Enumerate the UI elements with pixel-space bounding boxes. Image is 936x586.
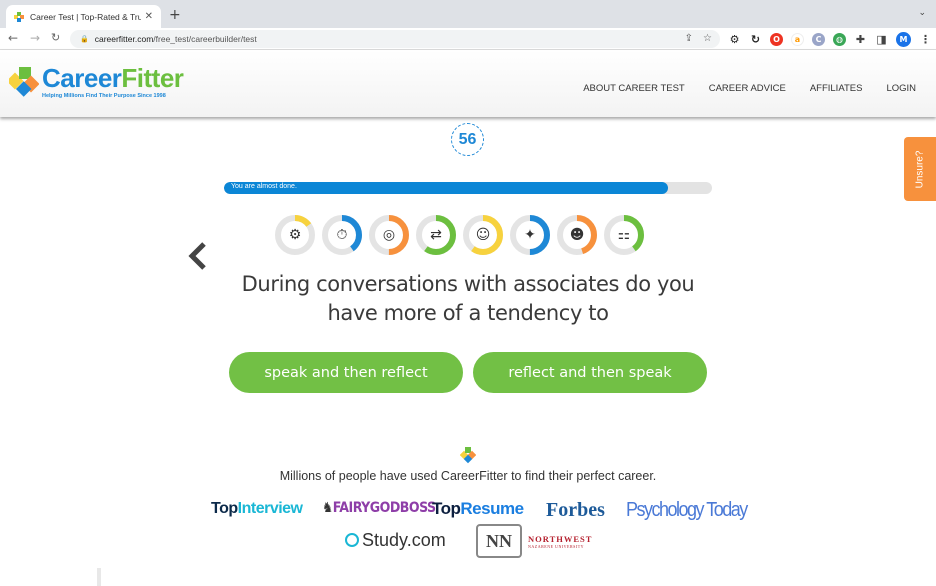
topinterview-part1: Top: [211, 500, 238, 517]
url-path: /free_test/careerbuilder/test: [153, 34, 257, 44]
browser-tabstrip: Career Test | Top-Rated & Trusted ✕ + ⌄: [0, 0, 936, 28]
profile-avatar[interactable]: M: [896, 32, 911, 47]
fairygodboss-logo: ♞FAIRYGODBOSS: [322, 500, 436, 516]
reload-icon[interactable]: ↻: [51, 31, 60, 44]
bookmark-star-icon[interactable]: ☆: [703, 33, 712, 44]
progress-bar: You are almost done.: [224, 182, 712, 194]
site-header: CareerFitter Helping Millions Find Their…: [0, 50, 936, 117]
extensions-puzzle-icon[interactable]: ✚: [854, 33, 867, 46]
category-ring: ☺: [462, 214, 504, 256]
side-panel-icon[interactable]: ◨: [875, 33, 888, 46]
topresume-part1: Top: [432, 499, 461, 518]
careerfitter-logo[interactable]: CareerFitter Helping Millions Find Their…: [9, 63, 184, 99]
psychology-today-logo: Psychology Today: [626, 497, 748, 521]
progress-label: You are almost done.: [231, 183, 297, 190]
extension-c-icon[interactable]: C: [812, 33, 825, 46]
fairy-figure-icon: ♞: [322, 500, 333, 516]
logo-tagline: Helping Millions Find Their Purpose Sinc…: [42, 93, 166, 99]
nnu-line2: NAZARENE UNIVERSITY: [528, 543, 585, 549]
extension-opera-icon[interactable]: O: [770, 33, 783, 46]
northwest-nazarene-logo: NN NORTHWEST NAZARENE UNIVERSITY: [476, 524, 592, 558]
topinterview-part2: Interview: [237, 500, 303, 517]
hierarchy-icon: ⚏: [617, 227, 631, 243]
extension-amazon-icon[interactable]: a: [791, 33, 804, 46]
browser-tab[interactable]: Career Test | Top-Rated & Trusted ✕: [6, 5, 161, 28]
nav-career-advice[interactable]: CAREER ADVICE: [709, 83, 786, 94]
tab-title: Career Test | Top-Rated & Trusted: [30, 11, 141, 22]
progress-bar-fill: You are almost done.: [224, 182, 669, 194]
head-lightbulb-icon: ✦: [524, 227, 536, 243]
answer-speak-then-reflect-button[interactable]: speak and then reflect: [229, 352, 463, 393]
puzzle-logo-icon: [9, 67, 39, 97]
stopwatch-icon: ⏱: [336, 227, 348, 243]
unsure-label: Unsure?: [914, 150, 926, 188]
nav-affiliates[interactable]: AFFILIATES: [810, 83, 863, 94]
unsure-tab[interactable]: Unsure?: [904, 137, 936, 201]
back-arrow-icon[interactable]: [186, 240, 210, 272]
browser-toolbar: ← → ↻ 🔒 careerfitter.com/free_test/caree…: [0, 28, 936, 50]
extension-green-icon[interactable]: ◍: [833, 33, 846, 46]
nnu-line1: NORTHWEST: [528, 533, 593, 544]
direction-arrows-icon: ⇄: [430, 227, 442, 243]
main-nav: ABOUT CAREER TEST CAREER ADVICE AFFILIAT…: [583, 83, 916, 94]
head-speech-icon: ☺: [475, 227, 491, 243]
question-number-badge: 56: [451, 123, 484, 156]
new-tab-icon[interactable]: +: [169, 7, 181, 23]
forward-icon[interactable]: →: [30, 31, 40, 45]
category-ring: ⏱: [321, 214, 363, 256]
study-com-text: Study.com: [362, 530, 446, 550]
answer-reflect-then-speak-button[interactable]: reflect and then speak: [473, 352, 707, 393]
address-bar[interactable]: 🔒 careerfitter.com/free_test/careerbuild…: [70, 30, 720, 48]
category-ring: ◎: [368, 214, 410, 256]
topresume-logo: TopResume: [432, 499, 524, 519]
close-tab-icon[interactable]: ✕: [145, 11, 153, 22]
category-ring: ✦: [509, 214, 551, 256]
extension-gear-icon[interactable]: ⚙: [728, 33, 741, 46]
category-rings: ⚙ ⏱ ◎ ⇄ ☺ ✦ ☻ ⚏: [274, 214, 645, 256]
category-ring: ⚙: [274, 214, 316, 256]
small-puzzle-logo-icon: [460, 447, 476, 464]
back-icon[interactable]: ←: [8, 31, 18, 45]
play-circle-icon: [345, 533, 359, 547]
nav-login[interactable]: LOGIN: [886, 83, 916, 94]
lock-icon: 🔒: [80, 36, 89, 43]
scroll-fragment: [97, 568, 101, 586]
social-proof-text: Millions of people have used CareerFitte…: [279, 469, 657, 483]
url-domain: careerfitter.com: [94, 34, 154, 44]
fairygodboss-text: FAIRYGODBOSS: [332, 500, 436, 516]
target-icon: ◎: [382, 227, 396, 243]
question-text: During conversations with associates do …: [241, 272, 695, 325]
topresume-part2: Resume: [460, 499, 524, 518]
browser-menu-icon[interactable]: ⋮: [919, 33, 932, 46]
nav-about-career-test[interactable]: ABOUT CAREER TEST: [583, 83, 685, 94]
forbes-logo: Forbes: [546, 499, 605, 521]
logo-fitter: Fitter: [121, 63, 184, 93]
category-ring: ⇄: [415, 214, 457, 256]
chevron-down-icon[interactable]: ⌄: [918, 8, 926, 18]
two-heads-icon: ☻: [569, 227, 585, 243]
share-icon[interactable]: ⇪: [685, 33, 693, 44]
extension-sync-icon[interactable]: ↻: [749, 33, 762, 46]
category-ring: ⚏: [603, 214, 645, 256]
logo-career: Career: [42, 63, 122, 93]
nnu-shield-icon: NN: [476, 524, 522, 558]
category-ring: ☻: [556, 214, 598, 256]
study-com-logo: Study.com: [345, 530, 446, 551]
people-network-icon: ⚙: [288, 227, 302, 243]
careerfitter-favicon-icon: [14, 11, 24, 22]
topinterview-logo: TopInterview: [211, 500, 303, 518]
